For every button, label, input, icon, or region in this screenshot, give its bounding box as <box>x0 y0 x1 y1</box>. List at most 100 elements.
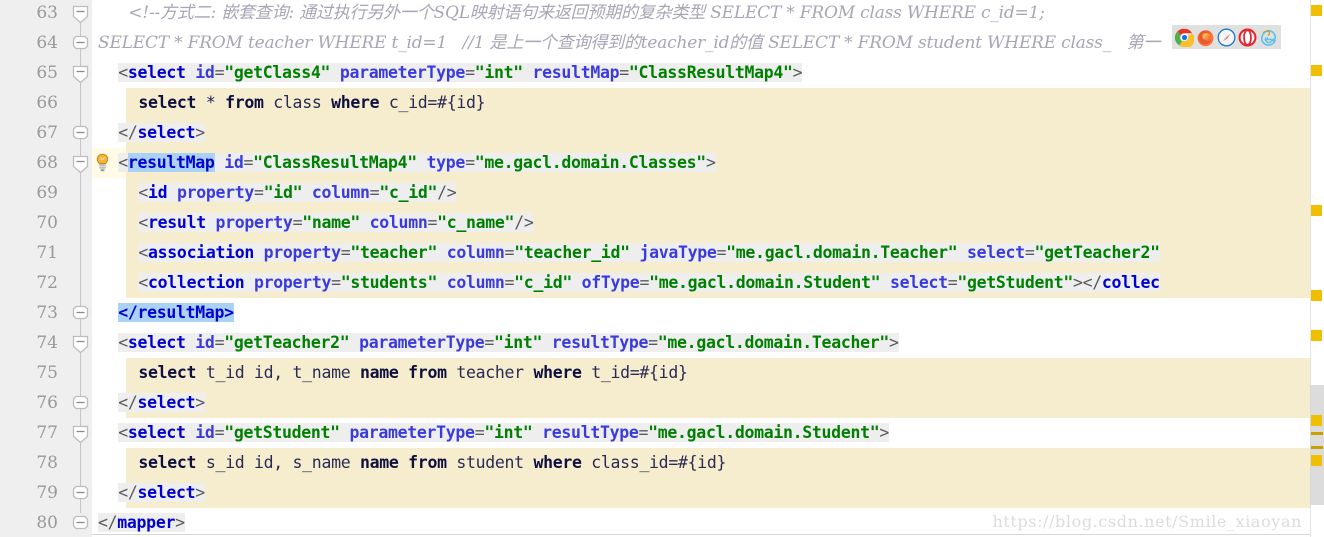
code-line[interactable]: SELECT * FROM teacher WHERE t_id=1 //1 是… <box>98 28 1160 58</box>
scrollbar-thumb[interactable] <box>1310 385 1324 505</box>
firefox-icon[interactable] <box>1196 28 1215 47</box>
token-tag: mapper <box>117 513 176 532</box>
token-punct <box>360 213 370 232</box>
token-punct: > <box>792 63 803 82</box>
editor-scrollbar[interactable] <box>1310 0 1324 537</box>
token-attr: id <box>195 333 215 352</box>
token-val: "c_id" <box>379 183 438 202</box>
token-tag: select <box>137 483 196 502</box>
code-line[interactable]: <select id="getClass4" parameterType="in… <box>118 58 803 88</box>
token-punct: > <box>175 513 185 532</box>
token-punct: = <box>638 423 649 442</box>
fold-toggle-icon[interactable] <box>72 35 89 52</box>
line-number: 73 <box>36 303 58 323</box>
editor-gutter[interactable]: 63 64 65 66 67 68 69 70 71 72 73 74 75 76 77 78 79 80 <box>0 0 70 537</box>
code-line[interactable]: <association property="teacher" column="… <box>138 238 1160 268</box>
opera-icon[interactable] <box>1238 28 1257 47</box>
scrollbar-warning-marker[interactable] <box>1311 205 1322 216</box>
code-line[interactable]: <select id="getStudent" parameterType="i… <box>118 418 889 448</box>
code-line[interactable]: <select id="getTeacher2" parameterType="… <box>118 328 899 358</box>
code-line[interactable]: </resultMap> <box>118 298 234 328</box>
intention-lightbulb-icon[interactable] <box>94 153 111 172</box>
code-line[interactable]: <result property="name" column="c_name"/… <box>138 208 534 238</box>
token-punct: = <box>243 153 254 172</box>
token-attr: column <box>446 273 505 292</box>
code-line[interactable]: select t_id id, t_name name from teacher… <box>138 358 688 388</box>
token-sqlkw: where <box>533 363 582 382</box>
browser-launcher-toolbar[interactable]: e <box>1172 25 1281 49</box>
token-val: "ClassResultMap4" <box>628 63 793 82</box>
code-line[interactable]: <id property="id" column="c_id"/> <box>138 178 457 208</box>
line-number: 67 <box>36 123 58 143</box>
token-sqlkw: from <box>408 363 447 382</box>
fold-toggle-icon[interactable] <box>72 425 89 444</box>
code-line[interactable]: <!--方式二: 嵌套查询: 通过执行另外一个SQL映射语句来返回预期的复杂类型… <box>128 0 1045 28</box>
sql-statement: select s_id id, s_name name from student… <box>138 453 726 472</box>
fold-toggle-icon[interactable] <box>72 515 89 532</box>
scrollbar-warning-marker[interactable] <box>1311 455 1322 466</box>
token-punct <box>437 273 447 292</box>
scrollbar-warning-stripe[interactable] <box>1311 446 1323 449</box>
token-attr: id <box>195 423 215 442</box>
token-punct: = <box>254 183 264 202</box>
fold-toggle-icon[interactable] <box>72 305 89 322</box>
token-punct: < <box>138 183 149 202</box>
code-line[interactable]: select s_id id, s_name name from student… <box>138 448 726 478</box>
scrollbar-warning-marker[interactable] <box>1311 415 1322 426</box>
token-sqlkw: from <box>225 93 264 112</box>
token-val: "getStudent" <box>224 423 340 442</box>
line-number: 65 <box>36 63 58 83</box>
code-editor[interactable]: 63 64 65 66 67 68 69 70 71 72 73 74 75 76 77 78 79 80 <!-… <box>0 0 1324 537</box>
scrollbar-warning-marker[interactable] <box>1311 290 1322 301</box>
fold-toggle-icon[interactable] <box>72 335 89 354</box>
chrome-icon[interactable] <box>1175 28 1194 47</box>
token-sqlkw: name <box>359 453 399 472</box>
scrollbar-warning-marker[interactable] <box>1311 330 1322 341</box>
code-line[interactable]: </select> <box>118 118 205 148</box>
internet-explorer-icon[interactable]: e <box>1259 28 1278 47</box>
token-punct: </ <box>118 483 138 502</box>
token-punct: > <box>889 333 899 352</box>
fold-toggle-icon[interactable] <box>72 125 89 142</box>
xml-tag-line: </select> <box>118 393 205 412</box>
code-line[interactable]: </select> <box>118 388 205 418</box>
xml-tag-line: <select id="getClass4" parameterType="in… <box>118 63 803 82</box>
token-val: "name" <box>302 213 361 232</box>
code-line[interactable]: </select> <box>118 478 205 508</box>
token-tag: select <box>127 63 186 82</box>
code-line[interactable]: select * from class where c_id=#{id} <box>138 88 485 118</box>
token-punct <box>533 423 543 442</box>
line-number: 64 <box>36 33 58 53</box>
token-punct: > <box>195 123 205 142</box>
scrollbar-warning-marker[interactable] <box>1311 65 1322 76</box>
token-punct: = <box>947 273 958 292</box>
fold-toggle-icon[interactable] <box>72 65 89 84</box>
token-attr: ofType <box>581 273 640 292</box>
line-number: 72 <box>36 273 58 293</box>
token-punct: = <box>340 243 351 262</box>
xml-tag-line: </mapper> <box>98 513 185 532</box>
code-folding-strip[interactable] <box>70 0 92 537</box>
scrollbar-warning-stripe[interactable] <box>1311 432 1323 435</box>
safari-icon[interactable] <box>1217 28 1236 47</box>
token-val: "getClass4" <box>224 63 331 82</box>
fold-toggle-icon[interactable] <box>72 155 89 174</box>
token-punct <box>542 333 552 352</box>
token-punct: = <box>214 63 225 82</box>
fold-toggle-icon[interactable] <box>72 395 89 412</box>
token-punct: = <box>716 243 727 262</box>
fold-toggle-icon[interactable] <box>72 485 89 502</box>
token-sql <box>399 453 409 472</box>
token-punct: = <box>214 423 225 442</box>
token-punct: = <box>504 273 515 292</box>
scrollbar-warning-marker[interactable] <box>1311 5 1322 16</box>
token-punct <box>254 243 264 262</box>
code-line[interactable]: <collection property="students" column="… <box>138 268 1160 298</box>
code-line[interactable]: <resultMap id="ClassResultMap4" type="me… <box>118 148 716 178</box>
code-line[interactable]: </mapper> <box>98 508 185 537</box>
token-punct: = <box>465 63 475 82</box>
token-attr: resultType <box>542 423 639 442</box>
token-punct: = <box>292 213 303 232</box>
code-content-area[interactable]: <!--方式二: 嵌套查询: 通过执行另外一个SQL映射语句来返回预期的复杂类型… <box>92 0 1310 537</box>
fold-toggle-icon[interactable] <box>72 5 89 24</box>
